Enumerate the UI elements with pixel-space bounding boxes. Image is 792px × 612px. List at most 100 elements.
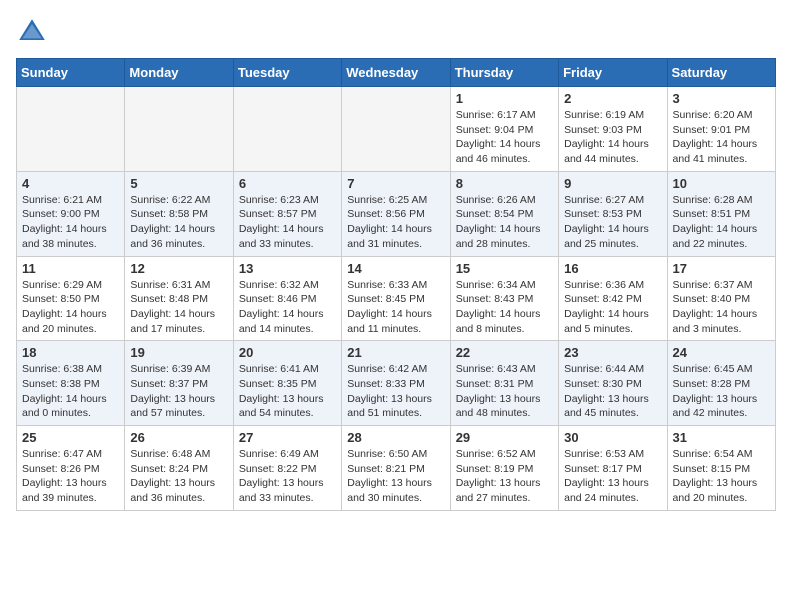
week-row-5: 25 Sunrise: 6:47 AM Sunset: 8:26 PM Dayli… — [17, 426, 776, 511]
day-info: Sunrise: 6:28 AM Sunset: 8:51 PM Dayligh… — [673, 193, 770, 252]
logo — [16, 16, 52, 48]
weekday-header-tuesday: Tuesday — [233, 59, 341, 87]
calendar-cell: 22 Sunrise: 6:43 AM Sunset: 8:31 PM Dayli… — [450, 341, 558, 426]
calendar-cell: 2Sunrise: 6:19 AM Sunset: 9:03 PM Daylig… — [559, 87, 667, 172]
calendar-cell: 12 Sunrise: 6:31 AM Sunset: 8:48 PM Dayli… — [125, 256, 233, 341]
day-number: 4 — [22, 176, 119, 191]
day-info: Sunrise: 6:47 AM Sunset: 8:26 PM Dayligh… — [22, 447, 119, 506]
day-number: 25 — [22, 430, 119, 445]
calendar-cell: 19 Sunrise: 6:39 AM Sunset: 8:37 PM Dayli… — [125, 341, 233, 426]
calendar-cell: 8 Sunrise: 6:26 AM Sunset: 8:54 PM Daylig… — [450, 171, 558, 256]
day-info: Sunrise: 6:20 AM Sunset: 9:01 PM Dayligh… — [673, 108, 770, 167]
calendar-cell: 23Sunrise: 6:44 AM Sunset: 8:30 PM Dayli… — [559, 341, 667, 426]
day-number: 5 — [130, 176, 227, 191]
day-info: Sunrise: 6:34 AM Sunset: 8:43 PM Dayligh… — [456, 278, 553, 337]
calendar-cell: 1 Sunrise: 6:17 AM Sunset: 9:04 PM Daylig… — [450, 87, 558, 172]
calendar-cell: 20 Sunrise: 6:41 AM Sunset: 8:35 PM Dayli… — [233, 341, 341, 426]
day-info: Sunrise: 6:33 AM Sunset: 8:45 PM Dayligh… — [347, 278, 444, 337]
day-number: 2 — [564, 91, 661, 106]
day-number: 16 — [564, 261, 661, 276]
day-info: Sunrise: 6:36 AM Sunset: 8:42 PM Dayligh… — [564, 278, 661, 337]
day-info: Sunrise: 6:44 AM Sunset: 8:30 PM Dayligh… — [564, 362, 661, 421]
day-number: 21 — [347, 345, 444, 360]
calendar-cell: 16 Sunrise: 6:36 AM Sunset: 8:42 PM Dayli… — [559, 256, 667, 341]
calendar-cell: 30 Sunrise: 6:53 AM Sunset: 8:17 PM Dayli… — [559, 426, 667, 511]
day-info: Sunrise: 6:23 AM Sunset: 8:57 PM Dayligh… — [239, 193, 336, 252]
calendar-cell: 21 Sunrise: 6:42 AM Sunset: 8:33 PM Dayli… — [342, 341, 450, 426]
day-number: 19 — [130, 345, 227, 360]
day-info: Sunrise: 6:25 AM Sunset: 8:56 PM Dayligh… — [347, 193, 444, 252]
day-info: Sunrise: 6:17 AM Sunset: 9:04 PM Dayligh… — [456, 108, 553, 167]
week-row-3: 11 Sunrise: 6:29 AM Sunset: 8:50 PM Dayli… — [17, 256, 776, 341]
day-number: 1 — [456, 91, 553, 106]
day-number: 14 — [347, 261, 444, 276]
day-info: Sunrise: 6:39 AM Sunset: 8:37 PM Dayligh… — [130, 362, 227, 421]
calendar-cell: 4Sunrise: 6:21 AM Sunset: 9:00 PM Daylig… — [17, 171, 125, 256]
day-number: 10 — [673, 176, 770, 191]
weekday-header-friday: Friday — [559, 59, 667, 87]
week-row-2: 4Sunrise: 6:21 AM Sunset: 9:00 PM Daylig… — [17, 171, 776, 256]
day-info: Sunrise: 6:43 AM Sunset: 8:31 PM Dayligh… — [456, 362, 553, 421]
day-info: Sunrise: 6:42 AM Sunset: 8:33 PM Dayligh… — [347, 362, 444, 421]
calendar-cell: 11 Sunrise: 6:29 AM Sunset: 8:50 PM Dayli… — [17, 256, 125, 341]
calendar-cell: 3 Sunrise: 6:20 AM Sunset: 9:01 PM Daylig… — [667, 87, 775, 172]
weekday-header-monday: Monday — [125, 59, 233, 87]
day-info: Sunrise: 6:49 AM Sunset: 8:22 PM Dayligh… — [239, 447, 336, 506]
day-info: Sunrise: 6:53 AM Sunset: 8:17 PM Dayligh… — [564, 447, 661, 506]
day-number: 30 — [564, 430, 661, 445]
weekday-header-wednesday: Wednesday — [342, 59, 450, 87]
calendar-cell: 27 Sunrise: 6:49 AM Sunset: 8:22 PM Dayli… — [233, 426, 341, 511]
week-row-4: 18Sunrise: 6:38 AM Sunset: 8:38 PM Dayli… — [17, 341, 776, 426]
calendar-cell: 5 Sunrise: 6:22 AM Sunset: 8:58 PM Daylig… — [125, 171, 233, 256]
page-header — [16, 16, 776, 48]
calendar-cell: 24Sunrise: 6:45 AM Sunset: 8:28 PM Dayli… — [667, 341, 775, 426]
weekday-header-saturday: Saturday — [667, 59, 775, 87]
day-info: Sunrise: 6:50 AM Sunset: 8:21 PM Dayligh… — [347, 447, 444, 506]
calendar-cell: 15 Sunrise: 6:34 AM Sunset: 8:43 PM Dayli… — [450, 256, 558, 341]
calendar-table: SundayMondayTuesdayWednesdayThursdayFrid… — [16, 58, 776, 511]
day-number: 28 — [347, 430, 444, 445]
day-info: Sunrise: 6:48 AM Sunset: 8:24 PM Dayligh… — [130, 447, 227, 506]
logo-icon — [16, 16, 48, 48]
day-number: 9 — [564, 176, 661, 191]
day-number: 17 — [673, 261, 770, 276]
calendar-cell — [233, 87, 341, 172]
calendar-cell: 25 Sunrise: 6:47 AM Sunset: 8:26 PM Dayli… — [17, 426, 125, 511]
day-info: Sunrise: 6:32 AM Sunset: 8:46 PM Dayligh… — [239, 278, 336, 337]
calendar-cell: 6 Sunrise: 6:23 AM Sunset: 8:57 PM Daylig… — [233, 171, 341, 256]
day-number: 29 — [456, 430, 553, 445]
day-number: 15 — [456, 261, 553, 276]
day-info: Sunrise: 6:31 AM Sunset: 8:48 PM Dayligh… — [130, 278, 227, 337]
day-info: Sunrise: 6:52 AM Sunset: 8:19 PM Dayligh… — [456, 447, 553, 506]
day-info: Sunrise: 6:22 AM Sunset: 8:58 PM Dayligh… — [130, 193, 227, 252]
day-number: 6 — [239, 176, 336, 191]
calendar-cell: 26 Sunrise: 6:48 AM Sunset: 8:24 PM Dayli… — [125, 426, 233, 511]
day-info: Sunrise: 6:54 AM Sunset: 8:15 PM Dayligh… — [673, 447, 770, 506]
calendar-cell: 13 Sunrise: 6:32 AM Sunset: 8:46 PM Dayli… — [233, 256, 341, 341]
day-info: Sunrise: 6:37 AM Sunset: 8:40 PM Dayligh… — [673, 278, 770, 337]
calendar-cell: 10 Sunrise: 6:28 AM Sunset: 8:51 PM Dayli… — [667, 171, 775, 256]
day-number: 3 — [673, 91, 770, 106]
day-number: 20 — [239, 345, 336, 360]
day-info: Sunrise: 6:41 AM Sunset: 8:35 PM Dayligh… — [239, 362, 336, 421]
day-number: 8 — [456, 176, 553, 191]
calendar-cell: 9 Sunrise: 6:27 AM Sunset: 8:53 PM Daylig… — [559, 171, 667, 256]
weekday-header-sunday: Sunday — [17, 59, 125, 87]
calendar-cell: 18Sunrise: 6:38 AM Sunset: 8:38 PM Dayli… — [17, 341, 125, 426]
day-number: 22 — [456, 345, 553, 360]
day-info: Sunrise: 6:26 AM Sunset: 8:54 PM Dayligh… — [456, 193, 553, 252]
day-info: Sunrise: 6:38 AM Sunset: 8:38 PM Dayligh… — [22, 362, 119, 421]
day-number: 11 — [22, 261, 119, 276]
day-info: Sunrise: 6:27 AM Sunset: 8:53 PM Dayligh… — [564, 193, 661, 252]
day-number: 26 — [130, 430, 227, 445]
calendar-cell: 31Sunrise: 6:54 AM Sunset: 8:15 PM Dayli… — [667, 426, 775, 511]
day-number: 13 — [239, 261, 336, 276]
weekday-header-row: SundayMondayTuesdayWednesdayThursdayFrid… — [17, 59, 776, 87]
day-number: 12 — [130, 261, 227, 276]
day-number: 27 — [239, 430, 336, 445]
day-number: 7 — [347, 176, 444, 191]
weekday-header-thursday: Thursday — [450, 59, 558, 87]
day-info: Sunrise: 6:29 AM Sunset: 8:50 PM Dayligh… — [22, 278, 119, 337]
calendar-cell: 29 Sunrise: 6:52 AM Sunset: 8:19 PM Dayli… — [450, 426, 558, 511]
calendar-cell: 14 Sunrise: 6:33 AM Sunset: 8:45 PM Dayli… — [342, 256, 450, 341]
